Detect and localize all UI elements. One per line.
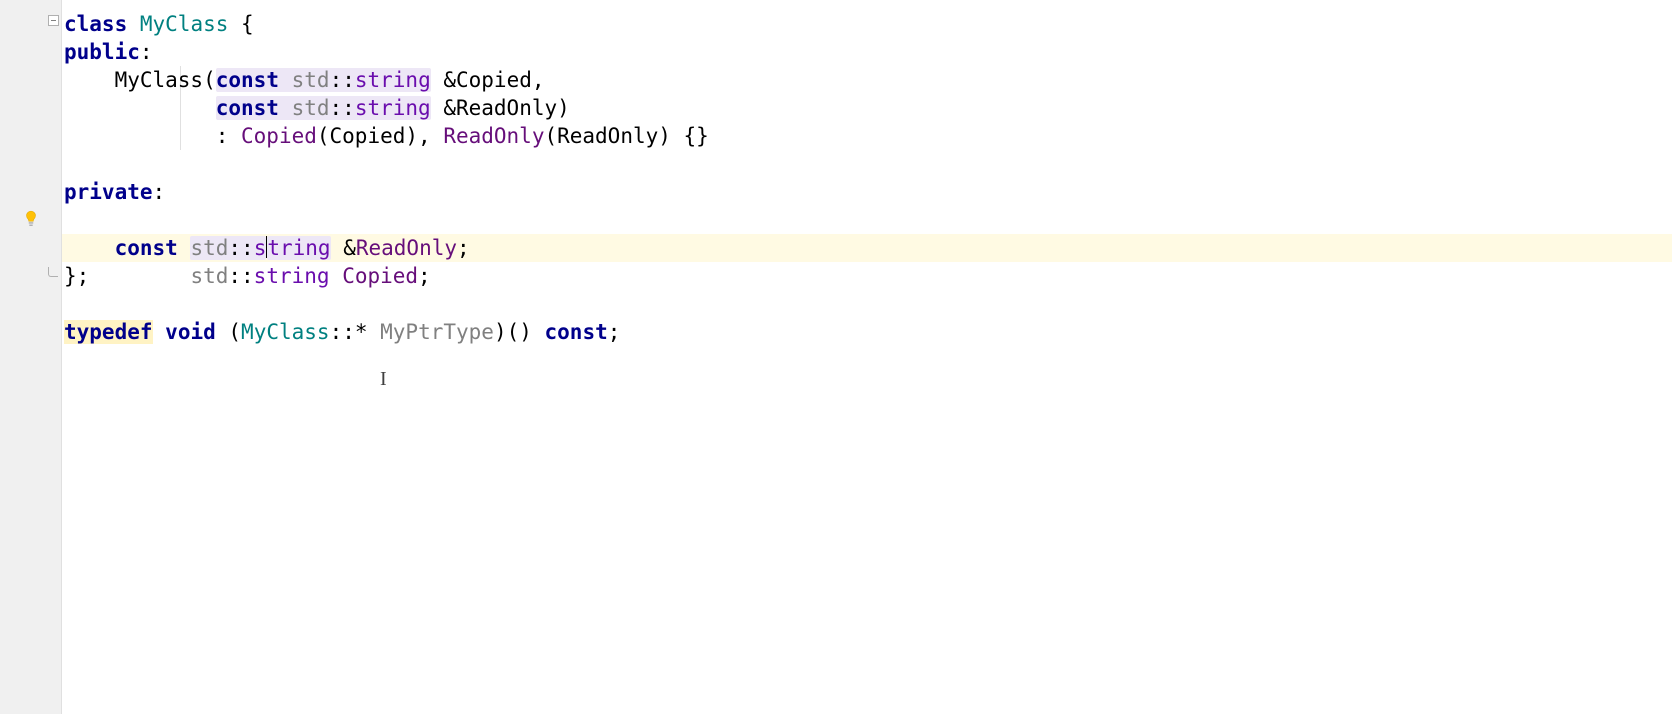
keyword-typedef: typedef [64, 320, 153, 344]
text-caret [266, 236, 267, 258]
code-line[interactable]: public: [62, 38, 1672, 66]
code-line[interactable]: }; [62, 262, 1672, 290]
keyword-private: private [64, 180, 153, 204]
typedef-name: MyPtrType [380, 320, 494, 344]
fold-end-icon[interactable] [47, 266, 59, 278]
keyword-class: class [64, 12, 127, 36]
class-name: MyClass [140, 12, 229, 36]
code-line[interactable]: : Copied(Copied), ReadOnly(ReadOnly) {} [62, 122, 1672, 150]
code-line-blank[interactable] [62, 150, 1672, 178]
editor-gutter [0, 0, 62, 714]
keyword-public: public [64, 40, 140, 64]
code-editor[interactable]: class MyClass { public: MyClass(const st… [0, 0, 1672, 714]
code-line[interactable]: class MyClass { [62, 10, 1672, 38]
member-readonly: ReadOnly [356, 236, 457, 260]
constructor-name: MyClass [115, 68, 204, 92]
code-line[interactable]: std::string Copied; [62, 206, 1672, 234]
code-line[interactable]: const std::string &ReadOnly) [62, 94, 1672, 122]
code-line[interactable]: MyClass(const std::string &Copied, [62, 66, 1672, 94]
code-line[interactable]: private: [62, 178, 1672, 206]
code-line[interactable]: typedef void (MyClass::* MyPtrType)() co… [62, 318, 1672, 346]
code-line-current[interactable]: const std::string &ReadOnly; [62, 234, 1672, 262]
code-area[interactable]: class MyClass { public: MyClass(const st… [62, 0, 1672, 714]
fold-open-icon[interactable] [47, 14, 59, 26]
ibeam-cursor-icon: I [380, 368, 387, 391]
lightbulb-icon[interactable] [22, 210, 40, 228]
code-line-blank[interactable] [62, 290, 1672, 318]
